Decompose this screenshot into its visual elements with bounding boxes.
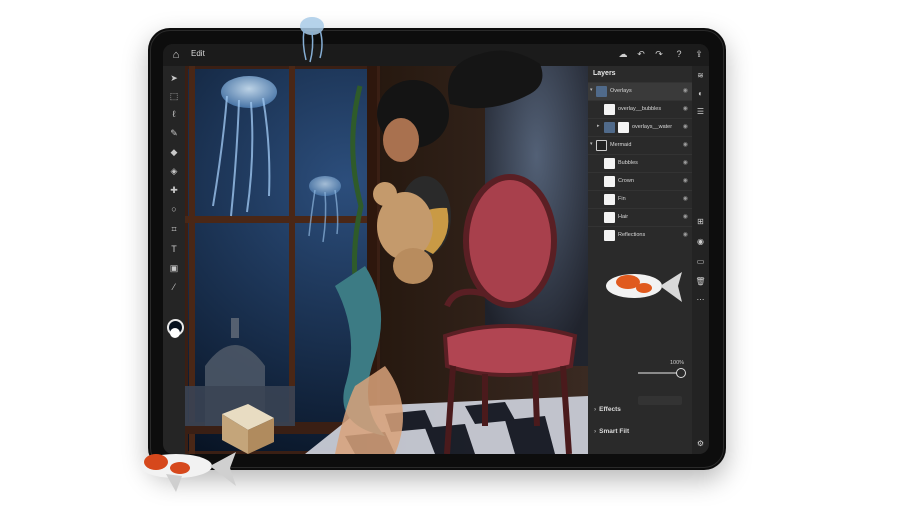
layer-row[interactable]: overlay__bubbles ◉ bbox=[588, 100, 692, 118]
cloud-icon[interactable]: ☁ bbox=[617, 48, 629, 60]
layer-row[interactable]: Bubbles ◉ bbox=[588, 154, 692, 172]
layer-thumbnail bbox=[604, 212, 615, 223]
jellyfish-overlay bbox=[300, 17, 324, 63]
layer-row[interactable]: ▾ Overlays ◉ bbox=[588, 82, 692, 100]
fill-tool-icon[interactable]: ◈ bbox=[168, 165, 180, 177]
brush-tool-icon[interactable]: ✎ bbox=[168, 127, 180, 139]
right-rail: ≋ ◐ ☰ ⊞ ◉ ▭ 🗑 ⋯ ⚙ bbox=[692, 66, 709, 454]
eye-icon[interactable]: ◉ bbox=[683, 123, 688, 130]
layer-name: Crown bbox=[618, 178, 634, 184]
layer-name: Hair bbox=[618, 214, 629, 220]
chevron-right-icon: › bbox=[594, 428, 597, 435]
mode-label: Edit bbox=[191, 49, 205, 58]
eye-icon[interactable]: ◉ bbox=[683, 141, 688, 148]
layer-name: Bubbles bbox=[618, 160, 638, 166]
share-icon[interactable]: ⇪ bbox=[693, 48, 705, 60]
crop-tool-icon[interactable]: ⌗ bbox=[168, 223, 180, 235]
smart-filters-section[interactable]: › Smart Filt bbox=[594, 428, 629, 435]
layer-row[interactable]: Hair ◉ bbox=[588, 208, 692, 226]
layer-name: Reflections bbox=[618, 232, 646, 238]
undo-icon[interactable]: ↶ bbox=[635, 48, 647, 60]
expand-caret-icon[interactable]: ▾ bbox=[590, 141, 593, 147]
layer-thumbnail bbox=[596, 86, 607, 97]
layer-thumbnail bbox=[604, 194, 615, 205]
layer-mask-thumbnail bbox=[618, 122, 629, 133]
eye-icon[interactable]: ◉ bbox=[683, 159, 688, 166]
properties-icon[interactable]: ☰ bbox=[695, 106, 706, 117]
opacity-slider-knob[interactable] bbox=[676, 368, 686, 378]
more-icon[interactable]: ⋯ bbox=[695, 294, 706, 305]
clone-tool-icon[interactable]: ○ bbox=[168, 203, 180, 215]
layer-thumbnail bbox=[604, 104, 615, 115]
eyedropper-icon[interactable]: ⁄ bbox=[168, 281, 180, 293]
select-tool-icon[interactable]: ⬚ bbox=[168, 90, 180, 102]
type-tool-icon[interactable]: T bbox=[168, 243, 180, 255]
layer-thumbnail bbox=[604, 122, 615, 133]
layer-name: overlay__bubbles bbox=[618, 106, 662, 112]
layer-row[interactable]: ▸ overlays__water ◉ bbox=[588, 118, 692, 136]
eye-icon[interactable]: ◉ bbox=[683, 105, 688, 112]
help-icon[interactable]: ? bbox=[673, 48, 685, 60]
eye-icon[interactable]: ◉ bbox=[683, 213, 688, 220]
effects-section[interactable]: › Effects bbox=[594, 406, 621, 413]
expand-caret-icon[interactable]: ▸ bbox=[597, 123, 600, 129]
app-screen: ⌂ Edit ☁ ↶ ↷ ? ⇪ ➤ ⬚ ℓ ✎ ◆ ◈ ✚ ○ ⌗ T ▣ ⁄ bbox=[163, 44, 709, 454]
layer-row[interactable]: ▾ Mermaid ◉ bbox=[588, 136, 692, 154]
effects-section-label: Effects bbox=[599, 406, 621, 413]
opacity-slider-track[interactable] bbox=[638, 372, 680, 374]
layer-row[interactable]: Reflections ◉ bbox=[588, 226, 692, 244]
expand-caret-icon[interactable]: ▾ bbox=[590, 87, 593, 93]
top-bar: ⌂ Edit ☁ ↶ ↷ ? ⇪ bbox=[163, 44, 709, 66]
redo-icon[interactable]: ↷ bbox=[653, 48, 665, 60]
blend-mode-dropdown[interactable] bbox=[638, 396, 682, 405]
move-tool-icon[interactable]: ➤ bbox=[168, 72, 180, 84]
hair-overlay bbox=[448, 50, 543, 109]
settings-icon[interactable]: ⚙ bbox=[695, 438, 706, 449]
eraser-tool-icon[interactable]: ◆ bbox=[168, 146, 180, 158]
layer-name: Fin bbox=[618, 196, 626, 202]
layers-panel-title: Layers bbox=[593, 70, 616, 77]
eye-icon[interactable]: ◉ bbox=[683, 231, 688, 238]
chevron-right-icon: › bbox=[594, 406, 597, 413]
tool-bar: ➤ ⬚ ℓ ✎ ◆ ◈ ✚ ○ ⌗ T ▣ ⁄ bbox=[163, 66, 185, 454]
background-color-swatch[interactable] bbox=[170, 328, 180, 338]
layer-thumbnail bbox=[604, 230, 615, 241]
place-image-icon[interactable]: ▣ bbox=[168, 262, 180, 274]
layer-name: Overlays bbox=[610, 88, 632, 94]
document-canvas[interactable] bbox=[185, 66, 588, 454]
composite-artwork bbox=[185, 66, 588, 454]
add-layer-icon[interactable]: ⊞ bbox=[695, 216, 706, 227]
eye-icon[interactable]: ◉ bbox=[683, 195, 688, 202]
layer-row[interactable]: Fin ◉ bbox=[588, 190, 692, 208]
book-overlay bbox=[222, 404, 274, 454]
layers-panel: Layers ▾ Overlays ◉ overlay__bubbles ◉ ▸… bbox=[588, 66, 692, 454]
opacity-value: 100% bbox=[670, 360, 685, 366]
layer-thumbnail bbox=[604, 176, 615, 187]
group-icon[interactable]: ▭ bbox=[695, 256, 706, 267]
eye-icon[interactable]: ◉ bbox=[683, 87, 688, 94]
delete-icon[interactable]: 🗑 bbox=[695, 276, 706, 287]
layer-name: Mermaid bbox=[610, 142, 632, 148]
eye-icon[interactable]: ◉ bbox=[683, 177, 688, 184]
adjust-icon[interactable]: ◐ bbox=[695, 88, 706, 99]
layer-thumbnail bbox=[596, 140, 607, 151]
visibility-icon[interactable]: ◉ bbox=[695, 236, 706, 247]
layer-name: overlays__water bbox=[632, 124, 673, 130]
layer-thumbnail bbox=[604, 158, 615, 169]
layer-row[interactable]: Crown ◉ bbox=[588, 172, 692, 190]
home-icon[interactable]: ⌂ bbox=[169, 48, 183, 62]
smart-filters-section-label: Smart Filt bbox=[599, 428, 630, 435]
layers-icon[interactable]: ≋ bbox=[695, 70, 706, 81]
healing-tool-icon[interactable]: ✚ bbox=[168, 184, 180, 196]
koi-fish-right bbox=[606, 272, 682, 302]
lasso-tool-icon[interactable]: ℓ bbox=[168, 108, 180, 120]
